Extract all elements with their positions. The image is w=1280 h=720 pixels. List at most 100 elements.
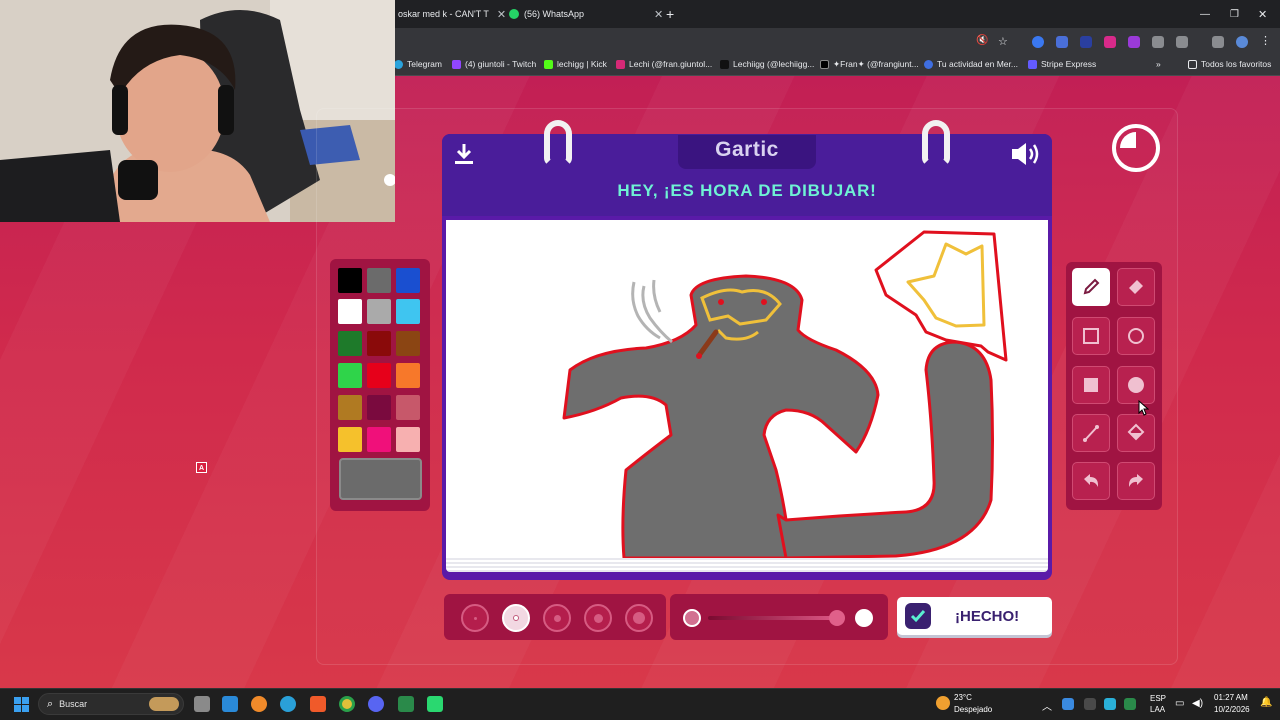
done-button[interactable]: ¡HECHO! [897,597,1052,635]
pencil-tool[interactable] [1072,268,1110,306]
thickness-option-3[interactable] [543,604,571,632]
line-tool[interactable] [1072,414,1110,452]
thickness-option-5[interactable] [625,604,653,632]
circle-outline-tool[interactable] [1117,317,1155,355]
brave-icon[interactable] [310,696,326,712]
all-bookmarks-folder[interactable]: Todos los favoritos [1188,59,1271,69]
color-swatch-orange[interactable] [396,363,420,388]
thickness-option-2[interactable] [502,604,530,632]
bookmark-item[interactable]: Tu actividad en Mer... [924,59,1018,69]
windows-start-icon[interactable] [14,697,29,712]
menu-icon[interactable]: ⋮ [1260,34,1272,47]
thickness-option-4[interactable] [584,604,612,632]
eraser-tool[interactable] [1117,268,1155,306]
rectangle-outline-tool[interactable] [1072,317,1110,355]
color-swatch-black[interactable] [338,268,362,293]
color-swatch-gray[interactable] [367,299,391,324]
network-icon[interactable]: ▭ [1175,698,1184,709]
extension-icon[interactable] [1104,36,1116,48]
color-swatch-red[interactable] [367,363,391,388]
bookmark-item[interactable]: ✦Fran✦ (@frangiunt... [820,59,919,70]
language-bottom[interactable]: LAA [1150,705,1165,714]
bookmark-item[interactable]: lechigg | Kick [544,59,607,69]
undo-tool[interactable] [1072,462,1110,500]
download-icon[interactable] [452,142,476,166]
color-swatch-dark-green[interactable] [338,331,362,356]
canvas-drawing [562,230,1008,558]
app-icon[interactable] [222,696,238,712]
color-swatch-green[interactable] [338,363,362,388]
microphone-icon[interactable] [1124,698,1136,710]
app-icon[interactable] [427,696,443,712]
color-swatch-dark-red[interactable] [367,331,391,356]
sidebar-icon[interactable] [1212,36,1224,48]
weather-temp[interactable]: 23°C [954,693,972,702]
close-tab-icon[interactable]: ✕ [654,8,663,21]
color-swatch-wine[interactable] [367,395,391,420]
bookmark-item[interactable]: Telegram [394,59,442,69]
more-bookmarks-chevron-icon[interactable]: » [1156,59,1161,69]
browser-tab[interactable]: oskar med k - CAN'T T ✕ [398,0,506,28]
minimize-window-button[interactable]: — [1200,0,1210,28]
color-swatch-ochre[interactable] [338,395,362,420]
extension-icon[interactable] [1056,36,1068,48]
tray-icon[interactable] [1104,698,1116,710]
mercadolibre-icon [924,59,933,69]
discord-icon[interactable] [368,696,384,712]
drawing-canvas[interactable] [446,220,1048,558]
new-tab-button[interactable]: + [666,0,674,28]
bookmark-item[interactable]: (4) giuntoli - Twitch [452,59,536,69]
circle-fill-tool[interactable] [1117,366,1155,404]
sound-icon[interactable] [1010,140,1042,168]
checklist-icon [905,603,931,629]
clock-time[interactable]: 01:27 AM [1214,693,1248,702]
opacity-track[interactable] [708,616,842,620]
color-swatch-pink[interactable] [396,427,420,452]
close-tab-icon[interactable]: ✕ [497,8,506,21]
close-window-button[interactable]: ✕ [1258,0,1267,28]
chrome-icon[interactable] [339,696,355,712]
volume-icon[interactable]: ◀) [1192,698,1203,709]
extension-icon[interactable] [1152,36,1164,48]
language-top[interactable]: ESP [1150,694,1166,703]
redo-tool[interactable] [1117,462,1155,500]
bookmark-star-icon[interactable]: ☆ [998,35,1010,48]
extension-icon[interactable] [1080,36,1092,48]
app-icon[interactable] [398,696,414,712]
bookmark-label: Lechiigg (@lechiigg... [733,59,815,69]
color-swatch-magenta[interactable] [367,427,391,452]
edge-icon[interactable] [280,696,296,712]
extension-icon[interactable] [1032,36,1044,48]
bookmark-item[interactable]: Lechiigg (@lechiigg... [720,59,814,69]
extension-icon[interactable] [1128,36,1140,48]
muted-icon[interactable]: 🔇 [976,35,988,47]
rectangle-fill-tool[interactable] [1072,366,1110,404]
color-swatch-light-blue[interactable] [396,299,420,324]
color-swatch-rose[interactable] [396,395,420,420]
color-swatch-dark-gray[interactable] [367,268,391,293]
steam-icon[interactable] [1062,698,1074,710]
thickness-option-1[interactable] [461,604,489,632]
tray-icon[interactable] [1084,698,1096,710]
color-swatch-yellow[interactable] [338,427,362,452]
color-swatch-blue[interactable] [396,268,420,293]
taskbar-search[interactable]: ⌕ Buscar [38,693,184,715]
weather-description[interactable]: Despejado [954,705,992,714]
task-view-icon[interactable] [194,696,210,712]
fill-bucket-tool[interactable] [1117,414,1155,452]
color-swatch-brown[interactable] [396,331,420,356]
circle-fill-icon [1128,377,1144,393]
profile-icon[interactable] [1236,36,1248,48]
firefox-icon[interactable] [251,696,267,712]
bookmark-item[interactable]: Stripe Express [1028,59,1096,69]
clock-date[interactable]: 10/2/2026 [1214,705,1250,714]
opacity-handle[interactable] [829,610,845,626]
puzzle-icon[interactable] [1176,36,1188,48]
bookmark-item[interactable]: Lechi (@fran.giuntol... [616,59,712,69]
tray-chevron-icon[interactable]: ︿ [1042,698,1052,713]
notification-icon[interactable]: 🔔 [1260,697,1272,708]
browser-tab[interactable]: (56) WhatsApp ✕ [509,0,663,28]
color-swatch-white[interactable] [338,299,362,324]
restore-window-button[interactable]: ❐ [1230,0,1239,28]
tiktok-icon [720,59,729,69]
